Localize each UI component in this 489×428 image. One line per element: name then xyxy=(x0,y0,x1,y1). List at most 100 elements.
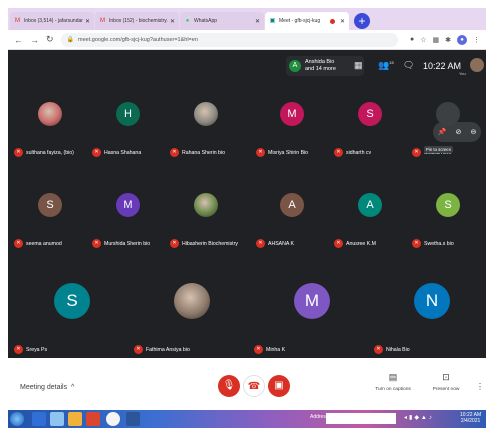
mic-muted-icon: ✕ xyxy=(412,148,421,157)
participant-name: sulthana fayiza, (bio) xyxy=(26,150,74,156)
captions-button[interactable]: ▤ Turn on captions xyxy=(368,372,418,392)
participant-photo xyxy=(194,102,218,126)
os-taskbar: Address ◂▮◆▲♪ 10:22 AM 2/4/2021 xyxy=(8,410,486,428)
meeting-clock: 10:22 AM xyxy=(423,61,462,71)
meet-icon: ▣ xyxy=(269,17,276,24)
self-label: You xyxy=(459,71,466,76)
camera-indicator-icon[interactable]: ● xyxy=(410,36,414,43)
tab-title: Inbox (152) - biochemistry.merk xyxy=(109,18,168,24)
url-text: meet.google.com/gfb-sjcj-kug?authuser=1&… xyxy=(78,36,198,43)
layout-icon[interactable]: ▦ xyxy=(354,60,363,71)
mic-muted-icon: ✕ xyxy=(134,345,143,354)
participant-name: Fathima Ansiya bio xyxy=(146,347,190,353)
tab-whatsapp[interactable]: ● WhatsApp ✕ xyxy=(180,12,264,30)
browser-toolbar-icons: ● ☆ ▦ ✱ ● ⋮ xyxy=(404,34,480,45)
participant-avatar: A xyxy=(358,193,382,217)
mic-muted-icon: ✕ xyxy=(14,148,23,157)
presenter-chip[interactable]: A Anshida Bio and 14 more xyxy=(286,56,364,76)
taskbar-chrome-icon[interactable] xyxy=(106,412,120,426)
hang-up-icon: ☎ xyxy=(247,381,261,392)
camera-toggle-button[interactable]: ▣ xyxy=(268,375,290,397)
tab-title: Meet - gfb-sjcj-kug xyxy=(279,18,321,24)
participant-avatar: A xyxy=(280,193,304,217)
present-label: Present now xyxy=(432,387,460,392)
browser-tab-strip: M Inbox (3,514) - jafarsundar@gm ✕ M Inb… xyxy=(8,8,486,30)
taskbar-folder-icon[interactable] xyxy=(68,412,82,426)
taskbar-media-icon[interactable] xyxy=(86,412,100,426)
participant-name: AHSANA K xyxy=(268,241,294,247)
participant-photo xyxy=(174,283,210,319)
participant-name: Minha K xyxy=(266,347,286,353)
start-button[interactable] xyxy=(10,412,24,426)
present-now-button[interactable]: ⊡ Present now xyxy=(426,372,466,392)
meet-grid: A Anshida Bio and 14 more ▦ 👥15 🗨 10:22 … xyxy=(8,50,486,358)
url-field[interactable]: 🔒 meet.google.com/gfb-sjcj-kug?authuser=… xyxy=(60,32,398,47)
tile-hover-controls: 📌 ⊘ ⊖ xyxy=(433,122,481,142)
mic-muted-icon: ✕ xyxy=(254,345,263,354)
remove-icon[interactable]: ⊖ xyxy=(471,128,477,136)
taskbar-address-field[interactable] xyxy=(326,413,396,424)
screenshot-root: M Inbox (3,514) - jafarsundar@gm ✕ M Inb… xyxy=(8,8,486,428)
taskbar-word-icon[interactable] xyxy=(126,412,140,426)
mute-participant-icon[interactable]: ⊘ xyxy=(455,128,461,136)
pin-icon[interactable]: 📌 xyxy=(438,128,447,136)
taskbar-explorer-icon[interactable] xyxy=(32,412,46,426)
close-icon[interactable]: ✕ xyxy=(85,18,90,25)
mic-muted-icon: ✕ xyxy=(334,148,343,157)
close-icon[interactable]: ✕ xyxy=(170,18,175,25)
mic-muted-icon: ✕ xyxy=(412,239,421,248)
star-icon[interactable]: ☆ xyxy=(420,36,426,44)
tab-meet[interactable]: ▣ Meet - gfb-sjcj-kug ✕ xyxy=(265,12,349,30)
tab-title: WhatsApp xyxy=(194,18,218,24)
puzzle-icon[interactable]: ✱ xyxy=(445,36,451,44)
participant-name: Nihala Bio xyxy=(386,347,410,353)
participant-name: Hibasherin Biochemistry xyxy=(182,241,238,247)
menu-dots-icon[interactable]: ⋮ xyxy=(473,36,480,44)
present-icon: ⊡ xyxy=(442,372,450,382)
mic-off-icon: 🎙 xyxy=(222,380,236,391)
tab-title: Inbox (3,514) - jafarsundar@gm xyxy=(24,18,83,24)
meeting-details-button[interactable]: Meeting details ^ xyxy=(20,384,74,391)
meet-bottom-bar: Meeting details ^ 🎙 ☎ ▣ ▤ Turn on captio… xyxy=(8,358,486,410)
tab-gmail-1[interactable]: M Inbox (3,514) - jafarsundar@gm ✕ xyxy=(10,12,94,30)
reload-icon[interactable]: ↻ xyxy=(46,34,54,45)
taskbar-ie-icon[interactable] xyxy=(50,412,64,426)
whatsapp-icon: ● xyxy=(185,17,190,24)
taskbar-date: 2/4/2021 xyxy=(460,418,481,424)
chevron-up-icon: ^ xyxy=(69,384,75,391)
participant-avatar: M xyxy=(280,102,304,126)
participant-photo xyxy=(194,193,218,217)
meet-top-bar: A Anshida Bio and 14 more ▦ 👥15 🗨 10:22 … xyxy=(8,50,486,80)
more-options-icon[interactable]: ⋮ xyxy=(476,382,484,391)
participant-name: Hasna Shahana xyxy=(104,150,142,156)
leave-call-button[interactable]: ☎ xyxy=(243,375,265,397)
meeting-details-label: Meeting details xyxy=(20,384,68,391)
forward-icon[interactable]: → xyxy=(30,35,39,45)
presenter-avatar: A xyxy=(289,60,301,72)
extensions-icon[interactable]: ▦ xyxy=(433,36,440,44)
close-icon[interactable]: ✕ xyxy=(340,18,345,25)
taskbar-clock[interactable]: 10:22 AM 2/4/2021 xyxy=(460,412,481,424)
system-tray-icons[interactable]: ◂▮◆▲♪ xyxy=(404,414,434,421)
chat-icon[interactable]: 🗨 xyxy=(403,60,414,71)
profile-avatar[interactable]: ● xyxy=(457,34,467,45)
back-icon[interactable]: ← xyxy=(14,35,23,45)
participant-avatar: S xyxy=(54,283,90,319)
new-tab-button[interactable]: + xyxy=(354,13,370,29)
mic-muted-icon: ✕ xyxy=(92,239,101,248)
participant-name: Murshida Sherin bio xyxy=(104,241,151,247)
participant-avatar: M xyxy=(116,193,140,217)
people-count: 15 xyxy=(389,60,394,65)
captions-icon: ▤ xyxy=(388,372,398,382)
participant-name: sidharth cv xyxy=(346,150,372,156)
people-icon[interactable]: 👥15 xyxy=(378,60,394,71)
self-avatar[interactable] xyxy=(470,58,484,72)
mic-muted-icon: ✕ xyxy=(14,239,23,248)
close-icon[interactable]: ✕ xyxy=(255,18,260,25)
participant-avatar: N xyxy=(414,283,450,319)
participant-avatar: S xyxy=(436,193,460,217)
tab-gmail-2[interactable]: M Inbox (152) - biochemistry.merk ✕ xyxy=(95,12,179,30)
mic-toggle-button[interactable]: 🎙 xyxy=(218,375,240,397)
participant-avatar: H xyxy=(116,102,140,126)
gmail-icon: M xyxy=(15,17,20,24)
